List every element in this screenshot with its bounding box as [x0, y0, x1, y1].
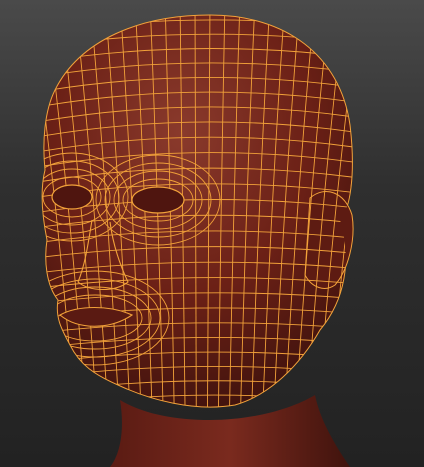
- left-eye-socket[interactable]: [51, 184, 93, 210]
- right-eye-socket[interactable]: [131, 186, 185, 214]
- zbrush-viewport[interactable]: [0, 0, 424, 467]
- ear-surface[interactable]: [304, 191, 354, 289]
- head-mesh-canvas[interactable]: [0, 0, 424, 467]
- head-surface[interactable]: [41, 14, 353, 408]
